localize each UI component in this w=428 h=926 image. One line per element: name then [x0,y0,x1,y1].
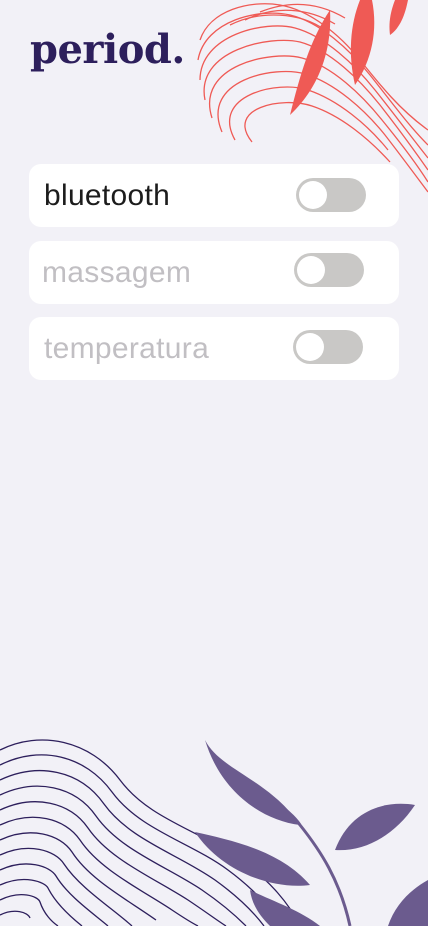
setting-card-massagem: massagem [29,241,399,304]
setting-label-temperatura: temperatura [44,331,210,365]
toggle-knob [296,333,324,361]
app-logo: period. [30,26,185,73]
toggle-knob [297,256,325,284]
toggle-knob [299,181,327,209]
setting-card-bluetooth: bluetooth [29,164,399,227]
massagem-toggle[interactable] [294,253,364,287]
leaf-decoration [195,740,428,926]
setting-label-bluetooth: bluetooth [44,178,171,212]
temperatura-toggle[interactable] [293,330,363,364]
setting-label-massagem: massagem [42,255,192,289]
bluetooth-toggle[interactable] [296,178,366,212]
setting-card-temperatura: temperatura [29,317,399,380]
